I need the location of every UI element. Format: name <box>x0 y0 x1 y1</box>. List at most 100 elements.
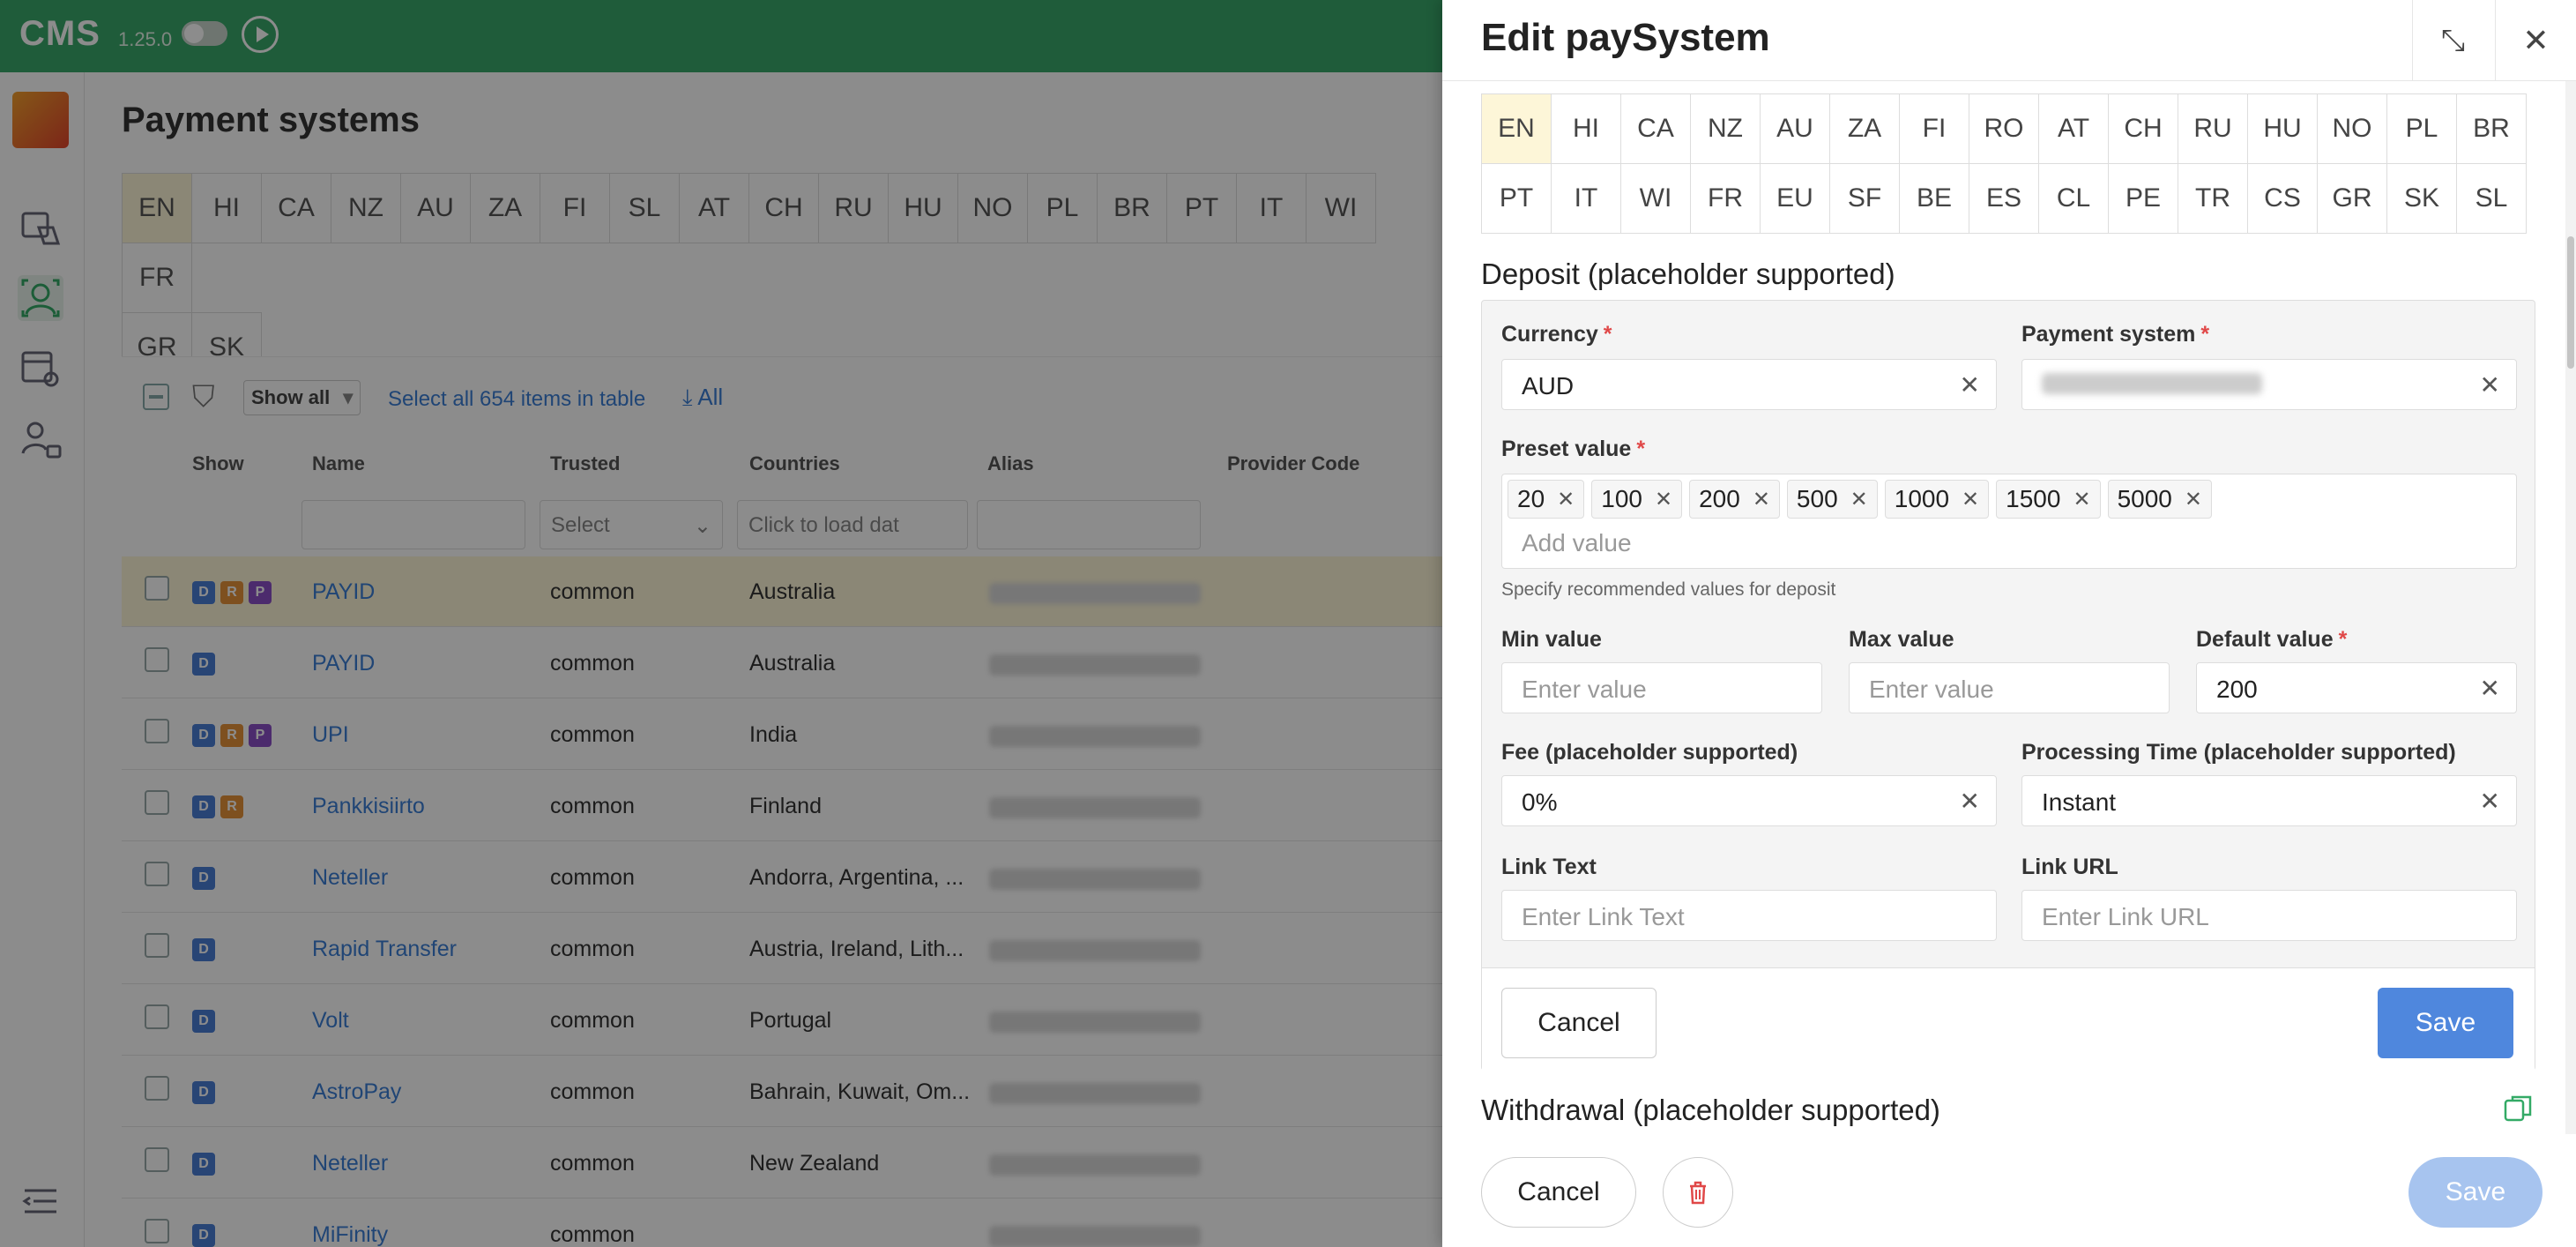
drawer-body: EN HI CA NZ AU ZA FI RO AT CH RU HU NO PL BR PT IT WI FR EU… <box>1442 81 2576 1134</box>
remove-tag-icon[interactable]: ✕ <box>1655 487 1672 512</box>
currency-value: AUD <box>1522 372 1575 399</box>
drawer-lang-tab-sl[interactable]: SL <box>2456 163 2527 234</box>
drawer-footer: Cancel Save <box>1442 1134 2576 1247</box>
fee-label: Fee (placeholder supported) <box>1501 740 1798 765</box>
deposit-cancel-button[interactable]: Cancel <box>1501 988 1657 1058</box>
expand-icon[interactable]: ⤡ <box>2412 0 2493 81</box>
preset-tag-value: 1000 <box>1894 485 1950 512</box>
drawer-scrollbar-thumb[interactable] <box>2567 236 2574 369</box>
drawer-lang-tab-at[interactable]: AT <box>2038 93 2109 164</box>
preset-tag: 1500 ✕ <box>1996 480 2101 519</box>
min-value-input[interactable]: Enter value <box>1501 662 1822 713</box>
preset-value-input[interactable]: 20 ✕ 100 ✕ 200 ✕ 500 ✕ 1000 ✕ 1500 ✕ 5000 ✕ Add value <box>1501 474 2517 569</box>
max-value-input[interactable]: Enter value <box>1849 662 2170 713</box>
drawer-lang-tab-sf[interactable]: SF <box>1829 163 1900 234</box>
preset-tag: 500 ✕ <box>1786 480 1878 519</box>
preset-tag-value: 5000 <box>2117 485 2172 512</box>
drawer-lang-tab-cs[interactable]: CS <box>2247 163 2318 234</box>
processing-time-input[interactable]: Instant ✕ <box>2021 775 2517 826</box>
link-text-label: Link Text <box>1501 855 1597 879</box>
currency-select[interactable]: AUD ✕ <box>1501 359 1997 410</box>
preset-tag-value: 500 <box>1796 485 1838 512</box>
link-text-input[interactable]: Enter Link Text <box>1501 890 1997 941</box>
drawer-lang-tab-wi[interactable]: WI <box>1620 163 1691 234</box>
drawer-lang-tab-hu[interactable]: HU <box>2247 93 2318 164</box>
copy-icon[interactable] <box>2504 1094 2534 1124</box>
trash-icon <box>1690 1181 1706 1205</box>
payment-system-select[interactable]: ✕ <box>2021 359 2517 410</box>
remove-tag-icon[interactable]: ✕ <box>2073 487 2090 512</box>
delete-button[interactable] <box>1663 1157 1733 1228</box>
drawer-lang-tab-fr[interactable]: FR <box>1690 163 1761 234</box>
remove-tag-icon[interactable]: ✕ <box>2185 487 2202 512</box>
drawer-lang-tab-sk[interactable]: SK <box>2386 163 2457 234</box>
deposit-card: Currency * AUD ✕ Payment system * ✕ Preset… <box>1481 300 2535 1072</box>
drawer-lang-tab-nz[interactable]: NZ <box>1690 93 1761 164</box>
drawer-lang-tab-be[interactable]: BE <box>1899 163 1969 234</box>
link-url-input[interactable]: Enter Link URL <box>2021 890 2517 941</box>
link-url-label: Link URL <box>2021 855 2118 879</box>
drawer-lang-tab-ch[interactable]: CH <box>2108 93 2178 164</box>
preset-hint: Specify recommended values for deposit <box>1501 579 1836 600</box>
add-value-placeholder[interactable]: Add value <box>1522 529 1632 557</box>
drawer-lang-tab-tr[interactable]: TR <box>2178 163 2248 234</box>
remove-tag-icon[interactable]: ✕ <box>1557 487 1575 512</box>
fee-input[interactable]: 0% ✕ <box>1501 775 1997 826</box>
payment-system-blurred-value <box>2042 373 2262 394</box>
drawer-lang-tab-es[interactable]: ES <box>1969 163 2039 234</box>
preset-tag-value: 200 <box>1699 485 1740 512</box>
drawer-lang-tab-gr[interactable]: GR <box>2317 163 2387 234</box>
drawer-lang-tab-hi[interactable]: HI <box>1551 93 1621 164</box>
preset-value-label: Preset value * <box>1501 437 1646 461</box>
payment-system-label-text: Payment system <box>2021 322 2196 347</box>
default-value-label: Default value * <box>2196 627 2348 652</box>
drawer-lang-tab-za[interactable]: ZA <box>1829 93 1900 164</box>
footer-save-button[interactable]: Save <box>2408 1157 2542 1228</box>
remove-tag-icon[interactable]: ✕ <box>1850 487 1868 512</box>
drawer-lang-tab-br[interactable]: BR <box>2456 93 2527 164</box>
drawer-lang-tab-no[interactable]: NO <box>2317 93 2387 164</box>
clear-default-icon[interactable]: ✕ <box>2480 674 2500 703</box>
modal-overlay[interactable] <box>0 0 1442 1247</box>
drawer-lang-tab-fi[interactable]: FI <box>1899 93 1969 164</box>
drawer-lang-tab-cl[interactable]: CL <box>2038 163 2109 234</box>
drawer-lang-tab-pt[interactable]: PT <box>1481 163 1552 234</box>
close-icon[interactable]: ✕ <box>2495 0 2576 81</box>
deposit-section-title: Deposit (placeholder supported) <box>1481 258 1895 290</box>
currency-label: Currency * <box>1501 322 1612 347</box>
drawer-title: Edit paySystem <box>1481 16 1770 59</box>
preset-tag: 200 ✕ <box>1689 480 1780 519</box>
deposit-save-button[interactable]: Save <box>2378 988 2513 1058</box>
default-value-input[interactable]: 200 ✕ <box>2196 662 2517 713</box>
drawer-lang-tab-eu[interactable]: EU <box>1760 163 1830 234</box>
drawer-lang-tab-en[interactable]: EN <box>1481 93 1552 164</box>
drawer-language-tabs: EN HI CA NZ AU ZA FI RO AT CH RU HU NO PL BR PT IT WI FR EU… <box>1481 93 2530 234</box>
drawer-lang-tab-it[interactable]: IT <box>1551 163 1621 234</box>
drawer-lang-tab-ro[interactable]: RO <box>1969 93 2039 164</box>
remove-tag-icon[interactable]: ✕ <box>1753 487 1770 512</box>
preset-tag: 5000 ✕ <box>2107 480 2212 519</box>
drawer-scrollbar[interactable] <box>2565 81 2576 1134</box>
remove-tag-icon[interactable]: ✕ <box>1962 487 1979 512</box>
drawer-lang-tab-pl[interactable]: PL <box>2386 93 2457 164</box>
clear-fee-icon[interactable]: ✕ <box>1960 787 1980 816</box>
preset-tags: 20 ✕ 100 ✕ 200 ✕ 500 ✕ 1000 ✕ 1500 ✕ 5000 ✕ <box>1508 480 2212 519</box>
fee-value: 0% <box>1522 788 1558 816</box>
drawer-header: Edit paySystem ⤡ ✕ <box>1442 0 2576 81</box>
clear-processing-time-icon[interactable]: ✕ <box>2480 787 2500 816</box>
footer-cancel-button[interactable]: Cancel <box>1481 1157 1636 1228</box>
processing-time-label: Processing Time (placeholder supported) <box>2021 740 2456 765</box>
drawer-lang-tab-ca[interactable]: CA <box>1620 93 1691 164</box>
max-value-label: Max value <box>1849 627 1954 652</box>
preset-value-label-text: Preset value <box>1501 437 1632 461</box>
clear-payment-system-icon[interactable]: ✕ <box>2480 370 2500 399</box>
drawer-lang-tab-pe[interactable]: PE <box>2108 163 2178 234</box>
edit-paysystem-drawer: Edit paySystem ⤡ ✕ EN HI CA NZ AU ZA FI RO AT CH R… <box>1442 0 2576 1247</box>
clear-currency-icon[interactable]: ✕ <box>1960 370 1980 399</box>
drawer-lang-tab-ru[interactable]: RU <box>2178 93 2248 164</box>
default-value-label-text: Default value <box>2196 627 2334 652</box>
drawer-lang-tab-au[interactable]: AU <box>1760 93 1830 164</box>
currency-label-text: Currency <box>1501 322 1598 347</box>
processing-time-value: Instant <box>2042 788 2117 816</box>
withdrawal-section-title: Withdrawal (placeholder supported) <box>1481 1094 1940 1126</box>
